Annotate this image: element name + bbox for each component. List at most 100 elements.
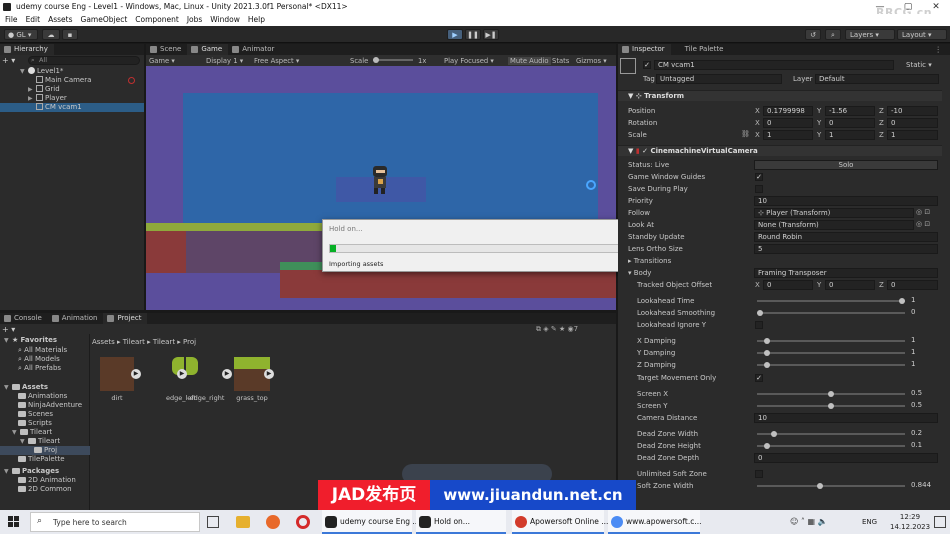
tag-icon[interactable]: ✎ <box>551 325 557 333</box>
body-foldout[interactable]: ▾ Body <box>628 268 651 278</box>
tab-inspector[interactable]: Inspector <box>618 44 671 55</box>
tab-project[interactable]: Project <box>103 313 148 324</box>
taskbar-window-browser[interactable]: www.apowersoft.c... <box>608 510 701 534</box>
tracked-offset-z[interactable]: 0 <box>887 280 938 290</box>
step-button[interactable]: ▶❚ <box>483 29 499 40</box>
camera-distance-field[interactable]: 10 <box>754 413 938 423</box>
breadcrumb-item[interactable]: Tileart <box>123 338 145 346</box>
game-window-guides-checkbox[interactable]: ✓ <box>755 173 763 181</box>
opera-icon[interactable] <box>296 515 310 529</box>
layers-dropdown[interactable]: Layers ▾ <box>845 29 895 40</box>
menu-help[interactable]: Help <box>248 14 265 26</box>
taskbar-window-holdon[interactable]: Hold on... <box>416 510 506 534</box>
target-only-checkbox[interactable]: ✓ <box>755 374 763 382</box>
folder-scripts[interactable]: Scripts <box>4 419 52 428</box>
slider-knob[interactable] <box>899 298 905 304</box>
chevron-up-icon[interactable]: ˄ <box>801 517 805 526</box>
favorites-header[interactable]: ▼ ★ Favorites <box>4 336 57 345</box>
slider-knob[interactable] <box>828 403 834 409</box>
layer-dropdown[interactable]: Default <box>815 74 939 84</box>
notification-icon[interactable] <box>934 516 946 528</box>
transform-field-x[interactable]: 1 <box>763 130 813 140</box>
taskbar-window-unity[interactable]: udemy course Eng ... <box>322 510 420 534</box>
slider-knob[interactable] <box>757 310 763 316</box>
package-2d-common[interactable]: 2D Common <box>4 485 72 494</box>
people-icon[interactable]: ☺ <box>790 517 798 526</box>
volume-icon[interactable]: 🔈 <box>818 517 828 526</box>
static-dropdown[interactable]: Static ▾ <box>906 61 932 69</box>
slider-knob[interactable] <box>817 483 823 489</box>
asset-edge-left[interactable]: ▶ <box>168 357 208 399</box>
slider[interactable] <box>757 296 905 306</box>
transform-field-x[interactable]: 0.1799998 <box>763 106 813 116</box>
breadcrumb-item[interactable]: Tileart <box>153 338 175 346</box>
aspect-dropdown[interactable]: Free Aspect ▾ <box>254 57 299 65</box>
slider[interactable] <box>757 348 905 358</box>
lookahead-ignore-checkbox[interactable] <box>755 321 763 329</box>
create-button[interactable]: + ▾ <box>2 56 22 65</box>
slider-value-field[interactable]: 1 <box>908 336 938 346</box>
slider-knob[interactable] <box>764 350 770 356</box>
standby-update-dropdown[interactable]: Round Robin <box>754 232 938 242</box>
folder-ninjaadventure[interactable]: NinjaAdventure <box>4 401 82 410</box>
transform-field-z[interactable]: 0 <box>887 118 938 128</box>
slider-value-field[interactable]: 0.2 <box>908 429 938 439</box>
firefox-icon[interactable] <box>266 515 280 529</box>
project-create-button[interactable]: + ▾ <box>2 325 15 334</box>
file-explorer-icon[interactable] <box>236 516 250 528</box>
transitions-foldout[interactable]: ▸ Transitions <box>628 256 671 266</box>
hierarchy-item-grid[interactable]: ▶ Grid <box>0 85 144 94</box>
folder-proj[interactable]: Proj <box>0 446 90 455</box>
language-indicator[interactable]: ENG <box>862 518 877 526</box>
cloud-button[interactable]: ☁ <box>42 29 60 40</box>
menu-assets[interactable]: Assets <box>48 14 72 26</box>
tray-icons[interactable]: ☺ ˄ ▦ 🔈 <box>790 517 828 526</box>
gizmos-dropdown[interactable]: Gizmos ▾ <box>576 57 607 65</box>
save-during-play-checkbox[interactable] <box>755 185 763 193</box>
display-dropdown[interactable]: Display 1 ▾ <box>206 57 243 65</box>
game-view-viewport[interactable] <box>146 66 616 310</box>
mute-audio-toggle[interactable]: Mute Audio <box>508 56 551 65</box>
solo-button[interactable]: Solo <box>754 160 938 170</box>
menu-component[interactable]: Component <box>135 14 179 26</box>
slider-value-field[interactable]: 0.1 <box>908 441 938 451</box>
scale-slider[interactable] <box>373 57 413 63</box>
slider-knob[interactable] <box>764 338 770 344</box>
menu-window[interactable]: Window <box>210 14 240 26</box>
folder-animations[interactable]: Animations <box>4 392 67 401</box>
slider-value-field[interactable]: 0.844 <box>908 481 938 491</box>
folder-tilepalette[interactable]: TilePalette <box>4 455 65 464</box>
slider-value-field[interactable]: 1 <box>908 348 938 358</box>
favorite-all-prefabs[interactable]: ⌕ All Prefabs <box>4 364 61 373</box>
hierarchy-item-player[interactable]: ▶ Player <box>0 94 144 103</box>
transform-field-y[interactable]: 1 <box>825 130 875 140</box>
favorite-all-materials[interactable]: ⌕ All Materials <box>4 346 67 355</box>
object-name-field[interactable]: CM vcam1 <box>654 60 894 70</box>
transform-field-z[interactable]: -10 <box>887 106 938 116</box>
transform-field-y[interactable]: 0 <box>825 118 875 128</box>
slider[interactable] <box>757 336 905 346</box>
layout-dropdown[interactable]: Layout ▾ <box>897 29 947 40</box>
task-view-icon[interactable] <box>207 516 219 528</box>
asset-grass-top[interactable]: ▶ <box>234 357 274 399</box>
hierarchy-search-input[interactable]: ⌕ All <box>28 56 140 65</box>
menu-file[interactable]: File <box>5 14 18 26</box>
play-icon[interactable]: ▶ <box>131 369 141 379</box>
pause-button[interactable]: ❚❚ <box>465 29 481 40</box>
transform-field-y[interactable]: -1.56 <box>825 106 875 116</box>
play-focused-dropdown[interactable]: Play Focused ▾ <box>444 57 494 65</box>
tab-scene[interactable]: Scene <box>146 44 187 55</box>
folder-tileart[interactable]: ▼ Tileart <box>4 428 52 437</box>
active-checkbox[interactable]: ✓ <box>643 61 651 69</box>
hierarchy-item-cm-vcam1[interactable]: CM vcam1 <box>0 103 144 112</box>
priority-field[interactable]: 10 <box>754 196 938 206</box>
tab-hierarchy[interactable]: Hierarchy <box>0 44 54 55</box>
favorite-all-models[interactable]: ⌕ All Models <box>4 355 60 364</box>
slider-knob[interactable] <box>764 443 770 449</box>
tag-dropdown[interactable]: Untagged <box>656 74 782 84</box>
folder-tileart-child[interactable]: ▼ Tileart <box>4 437 60 446</box>
lens-ortho-field[interactable]: 5 <box>754 244 938 254</box>
assets-header[interactable]: ▼ Assets <box>4 383 48 392</box>
hierarchy-item-level1[interactable]: ▼ Level1* <box>0 67 144 76</box>
hierarchy-item-main-camera[interactable]: Main Camera <box>0 76 144 85</box>
